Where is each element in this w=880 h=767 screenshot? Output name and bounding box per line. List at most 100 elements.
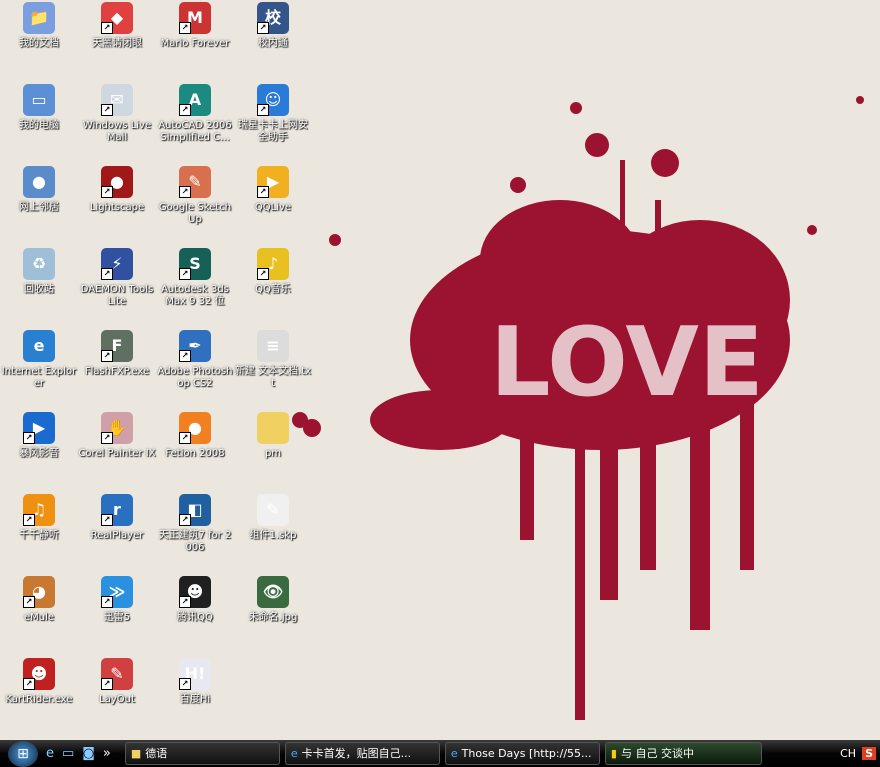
- shortcut-arrow-icon: ↗: [101, 268, 113, 280]
- shortcut-arrow-icon: ↗: [179, 104, 191, 116]
- desktop-icon-qq[interactable]: ☻ ↗ 腾讯QQ: [156, 574, 234, 624]
- desktop-icon-label: AutoCAD 2006 Simplified C...: [158, 120, 232, 143]
- desktop-icon-label: 迅雷5: [103, 612, 131, 623]
- desktop-icon-baofeng[interactable]: ▶ ↗ 暴风影音: [0, 410, 78, 460]
- shortcut-arrow-icon: ↗: [179, 432, 191, 444]
- shortcut-arrow-icon: ↗: [23, 596, 35, 608]
- desktop-icon-realplayer[interactable]: r ↗ RealPlayer: [78, 492, 156, 542]
- desktop-icon-label: Lightscape: [89, 202, 145, 213]
- desktop-icon-photoshop[interactable]: ✒ ↗ Adobe Photoshop CS2: [156, 328, 234, 390]
- sogou-icon[interactable]: S: [862, 747, 876, 760]
- desktop-icon-daemon-tools[interactable]: ⚡ ↗ DAEMON Tools Lite: [78, 246, 156, 308]
- desktop-icon-label: Adobe Photoshop CS2: [157, 366, 233, 389]
- desktop-icon-label: 新建 文本文档.txt: [234, 366, 312, 389]
- desktop-icon-label: Fetion 2008: [165, 448, 225, 459]
- ie-alt-quicklaunch-icon[interactable]: ◙: [82, 746, 95, 761]
- baofeng-icon: ▶ ↗: [23, 412, 55, 444]
- language-indicator[interactable]: CH: [840, 747, 856, 760]
- sketchup-icon: ✎ ↗: [179, 166, 211, 198]
- desktop-icon-painter[interactable]: ✋ ↗ Corel Painter IX: [78, 410, 156, 460]
- taskbar: ⊞ e ▭ ◙ » ■ 德语 e 卡卡首发，贴图自己... e Those Days …: [0, 740, 880, 767]
- desktop-icon-qqlive[interactable]: ▶ ↗ QQLive: [234, 164, 312, 214]
- start-button[interactable]: ⊞: [8, 740, 38, 767]
- desktop-icon-mario[interactable]: M ↗ Mario Forever: [156, 0, 234, 50]
- desktop-icon-label: 暴风影音: [19, 448, 59, 459]
- desktop-icon-layout[interactable]: ✎ ↗ LayOut: [78, 656, 156, 706]
- desktop-icon-skp-file[interactable]: ✎ 组件1.skp: [234, 492, 312, 542]
- desktop-icon-my-computer[interactable]: ▭ 我的电脑: [0, 82, 78, 132]
- shortcut-arrow-icon: ↗: [257, 186, 269, 198]
- desktop-icon-folder[interactable]: pm: [234, 410, 312, 460]
- desktop-icon-emule[interactable]: ◕ ↗ eMule: [0, 574, 78, 624]
- desktop-icon-label: 组件1.skp: [249, 530, 297, 541]
- desktop-icon-baidu-hi[interactable]: H! ↗ 百度Hi: [156, 656, 234, 706]
- qq-icon: ☻ ↗: [179, 576, 211, 608]
- system-tray: CH S: [840, 747, 876, 760]
- shortcut-arrow-icon: ↗: [23, 678, 35, 690]
- desktop-icon-text-file[interactable]: ≡ 新建 文本文档.txt: [234, 328, 312, 390]
- desktop-icon-label: FlashFXP.exe: [84, 366, 150, 377]
- shortcut-arrow-icon: ↗: [257, 104, 269, 116]
- desktop-icon-label: 腾讯QQ: [177, 612, 213, 623]
- desktop-icon-my-documents[interactable]: 📁 我的文档: [0, 0, 78, 50]
- desktop-icon-recycle-bin[interactable]: ♻ 回收站: [0, 246, 78, 296]
- desktop-icon-thunder[interactable]: ≫ ↗ 迅雷5: [78, 574, 156, 624]
- desktop-icon-label: 天黑请闭眼: [92, 38, 142, 49]
- desktop-icon-mail[interactable]: ✉ ↗ Windows Live Mail: [78, 82, 156, 144]
- autocad-icon: A ↗: [179, 84, 211, 116]
- shortcut-arrow-icon: ↗: [101, 186, 113, 198]
- desktop-icon-ttplayer[interactable]: ♫ ↗ 千千静听: [0, 492, 78, 542]
- desktop-icon-label: eMule: [23, 612, 55, 623]
- desktop-icon-game-cube[interactable]: ◆ ↗ 天黑请闭眼: [78, 0, 156, 50]
- task-button-deyu[interactable]: ■ 德语: [124, 742, 280, 765]
- desktop-icon-xiaonei[interactable]: 校 ↗ 校内通: [234, 0, 312, 50]
- desktop-icon-label: KartRider.exe: [5, 694, 73, 705]
- shortcut-arrow-icon: ↗: [257, 268, 269, 280]
- 3dsmax-icon: S ↗: [179, 248, 211, 280]
- recycle-bin-icon: ♻: [23, 248, 55, 280]
- desktop-icon-flashfxp[interactable]: F ↗ FlashFXP.exe: [78, 328, 156, 378]
- kartrider-icon: ☻ ↗: [23, 658, 55, 690]
- desktop-icon-lightscape[interactable]: ● ↗ Lightscape: [78, 164, 156, 214]
- desktop-icon-sketchup[interactable]: ✎ ↗ Google SketchUp: [156, 164, 234, 226]
- desktop-icon-fetion[interactable]: ● ↗ Fetion 2008: [156, 410, 234, 460]
- daemon-tools-icon: ⚡ ↗: [101, 248, 133, 280]
- ie-quicklaunch-icon[interactable]: e: [46, 746, 54, 761]
- my-computer-icon: ▭: [23, 84, 55, 116]
- desktop-icon-ie[interactable]: e Internet Explorer: [0, 328, 78, 390]
- desktop-icon-label: RealPlayer: [90, 530, 144, 541]
- desktop-icon-autocad[interactable]: A ↗ AutoCAD 2006 Simplified C...: [156, 82, 234, 144]
- show-desktop-icon[interactable]: ▭: [62, 746, 74, 761]
- lightscape-icon: ● ↗: [101, 166, 133, 198]
- desktop-icon-rising[interactable]: ☺ ↗ 瑞星卡卡上网安全助手: [234, 82, 312, 144]
- desktop-icon-label: 天正建筑7 for 2006: [158, 530, 232, 553]
- desktop-icon-jpg-file[interactable]: 👁 未命名.jpg: [234, 574, 312, 624]
- desktop-icon-tangent[interactable]: ◧ ↗ 天正建筑7 for 2006: [156, 492, 234, 554]
- shortcut-arrow-icon: ↗: [101, 432, 113, 444]
- quicklaunch-more-button[interactable]: »: [103, 746, 111, 761]
- desktop-icon-qq-music[interactable]: ♪ ↗ QQ音乐: [234, 246, 312, 296]
- chat-icon: ▮: [610, 747, 617, 760]
- qqlive-icon: ▶ ↗: [257, 166, 289, 198]
- task-button-those-days[interactable]: e Those Days [http://55...: [444, 742, 600, 765]
- desktop-icon-label: LayOut: [99, 694, 135, 705]
- shortcut-arrow-icon: ↗: [179, 350, 191, 362]
- desktop-icon-kartrider[interactable]: ☻ ↗ KartRider.exe: [0, 656, 78, 706]
- desktop-icon-label: 千千静听: [19, 530, 59, 541]
- shortcut-arrow-icon: ↗: [101, 678, 113, 690]
- skp-file-icon: ✎: [257, 494, 289, 526]
- network-icon: ●: [23, 166, 55, 198]
- desktop-icon-label: Internet Explorer: [1, 366, 77, 389]
- desktop-icon-label: Corel Painter IX: [78, 448, 156, 459]
- desktop-icon-label: 网上邻居: [19, 202, 59, 213]
- realplayer-icon: r ↗: [101, 494, 133, 526]
- desktop-icon-network[interactable]: ● 网上邻居: [0, 164, 78, 214]
- desktop-icon-label: Windows Live Mail: [82, 120, 152, 143]
- task-button-kaka[interactable]: e 卡卡首发，贴图自己...: [284, 742, 440, 765]
- desktop-icon-3dsmax[interactable]: S ↗ Autodesk 3ds Max 9 32 位: [156, 246, 234, 308]
- rising-icon: ☺ ↗: [257, 84, 289, 116]
- qq-music-icon: ♪ ↗: [257, 248, 289, 280]
- desktop-icon-label: QQ音乐: [255, 284, 291, 295]
- task-button-chat[interactable]: ▮ 与 自己 交谈中: [604, 742, 762, 765]
- desktop-icon-label: 我的电脑: [19, 120, 59, 131]
